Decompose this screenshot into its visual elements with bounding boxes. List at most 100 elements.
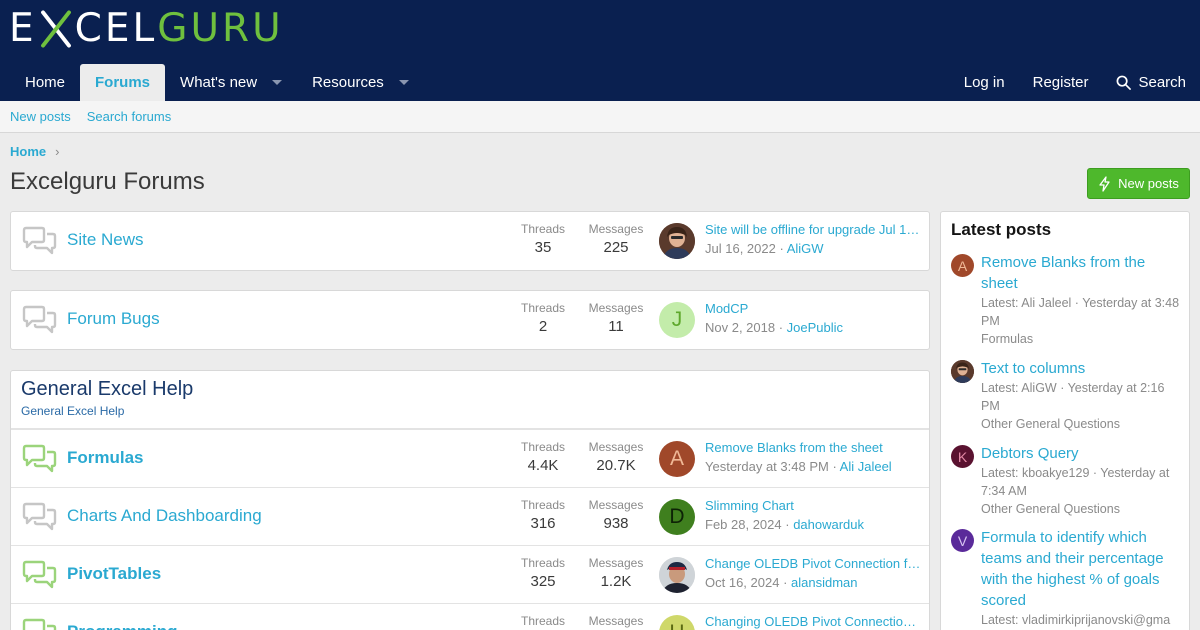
nav-tab-home[interactable]: Home	[10, 64, 80, 101]
threads-count: 2	[538, 318, 548, 335]
forum-node-programming: Programming Threads Messages H Changing …	[11, 603, 929, 630]
forum-node-site-news: Site News Threads 35 Messages 225 Site wil…	[11, 212, 929, 270]
category-general-excel-help: General Excel Help General Excel Help Fo…	[10, 370, 930, 630]
search-button[interactable]: Search	[1102, 64, 1200, 101]
last-post-title[interactable]: Change OLEDB Pivot Connection fr…	[705, 556, 921, 571]
logo-text-e: E	[9, 5, 37, 51]
avatar[interactable]: D	[659, 499, 695, 535]
user-photo-avatar-icon	[951, 360, 974, 383]
logo-text-guru: GURU	[157, 5, 284, 51]
breadcrumb-home[interactable]: Home	[10, 144, 46, 159]
latest-post-meta: Latest: Ali Jaleel · Yesterday at 3:48 P…	[981, 296, 1180, 328]
nav-tab-resources[interactable]: Resources	[297, 64, 424, 101]
last-post-meta: Jul 16, 2022 · AliGW	[705, 241, 824, 256]
last-post-user[interactable]: Ali Jaleel	[840, 459, 892, 474]
latest-post-meta: Latest: vladimirkiprijanovski@gma	[981, 613, 1171, 627]
latest-post-item: Text to columns Latest: AliGW · Yesterda…	[951, 358, 1183, 433]
last-post: Change OLEDB Pivot Connection fr… Oct 16…	[705, 556, 921, 590]
last-post-title[interactable]: Site will be offline for upgrade Jul 13…	[705, 222, 921, 237]
forum-title-charts-and-dashboarding[interactable]: Charts And Dashboarding	[67, 506, 262, 526]
latest-posts-sidebar: Latest posts A Remove Blanks from the sh…	[940, 211, 1190, 630]
site-logo[interactable]: E CEL GURU	[9, 5, 284, 51]
messages-count: 225	[603, 239, 629, 256]
last-post-title[interactable]: Slimming Chart	[705, 498, 921, 513]
threads-label: Threads	[520, 440, 566, 454]
avatar[interactable]: K	[951, 445, 974, 468]
nav-tab-forums[interactable]: Forums	[80, 64, 166, 101]
last-post: Remove Blanks from the sheet Yesterday a…	[705, 440, 921, 474]
threads-label: Threads	[520, 222, 566, 236]
messages-stat: Messages 1.2K	[581, 556, 651, 590]
avatar[interactable]: A	[659, 441, 695, 477]
messages-count: 938	[603, 515, 629, 532]
forum-title-forum-bugs[interactable]: Forum Bugs	[67, 309, 160, 329]
last-post-date[interactable]: Feb 28, 2024	[705, 517, 782, 532]
forum-node-formulas: Formulas Threads 4.4K Messages 20.7K A Rem…	[11, 429, 929, 487]
threads-count: 4.4K	[527, 457, 559, 474]
messages-label: Messages	[588, 498, 644, 512]
last-post-date[interactable]: Oct 16, 2024	[705, 575, 779, 590]
new-posts-button[interactable]: New posts	[1087, 168, 1190, 199]
last-post-title[interactable]: Remove Blanks from the sheet	[705, 440, 921, 455]
last-post-title[interactable]: ModCP	[705, 301, 921, 316]
chevron-right-icon: ›	[55, 144, 60, 159]
last-post-meta: Oct 16, 2024 · alansidman	[705, 575, 858, 590]
category-title[interactable]: General Excel Help	[21, 378, 193, 400]
messages-label: Messages	[588, 440, 644, 454]
sub-nav: New posts Search forums	[0, 101, 1200, 133]
latest-post-title[interactable]: Remove Blanks from the sheet	[981, 252, 1183, 294]
forum-unread-icon	[22, 560, 57, 589]
last-post-date[interactable]: Nov 2, 2018	[705, 320, 775, 335]
user-photo-avatar-icon	[659, 223, 695, 259]
last-post-title[interactable]: Changing OLEDB Pivot Connection …	[705, 614, 921, 629]
avatar[interactable]	[951, 360, 974, 383]
latest-post-forum[interactable]: Formulas	[981, 330, 1183, 348]
forum-title-formulas[interactable]: Formulas	[67, 448, 144, 468]
last-post-user[interactable]: alansidman	[791, 575, 858, 590]
last-post-date[interactable]: Jul 16, 2022	[705, 241, 776, 256]
messages-label: Messages	[588, 301, 644, 315]
forum-unread-icon	[22, 618, 57, 630]
logo-x-mark	[39, 8, 73, 48]
messages-count: 20.7K	[596, 457, 636, 474]
subnav-search-forums[interactable]: Search forums	[87, 109, 172, 124]
avatar[interactable]	[659, 223, 695, 259]
last-post-meta: Yesterday at 3:48 PM · Ali Jaleel	[705, 459, 892, 474]
register-link[interactable]: Register	[1019, 64, 1103, 101]
last-post-user[interactable]: dahowarduk	[793, 517, 864, 532]
chevron-down-icon[interactable]	[272, 80, 283, 85]
latest-post-forum[interactable]: Other General Questions	[981, 415, 1183, 433]
latest-post-title[interactable]: Formula to identify which teams and thei…	[981, 527, 1183, 611]
latest-post-forum[interactable]: Other General Questions	[981, 500, 1183, 518]
avatar[interactable]: V	[951, 529, 974, 552]
threads-label: Threads	[520, 556, 566, 570]
new-posts-button-label: New posts	[1118, 176, 1179, 191]
messages-stat: Messages 11	[581, 301, 651, 335]
forum-title-programming[interactable]: Programming	[67, 622, 178, 630]
avatar[interactable]: H	[659, 615, 695, 630]
avatar[interactable]	[659, 557, 695, 593]
forum-title-site-news[interactable]: Site News	[67, 230, 144, 250]
forum-read-icon	[22, 502, 57, 531]
login-link[interactable]: Log in	[950, 64, 1019, 101]
avatar[interactable]: J	[659, 302, 695, 338]
messages-label: Messages	[588, 222, 644, 236]
forum-block-site-news: Site News Threads 35 Messages 225 Site wil…	[10, 211, 930, 271]
category-header: General Excel Help General Excel Help	[11, 371, 929, 429]
last-post-date[interactable]: Yesterday at 3:48 PM	[705, 459, 829, 474]
category-description: General Excel Help	[21, 404, 125, 418]
chevron-down-icon[interactable]	[398, 80, 409, 85]
last-post-user[interactable]: JoePublic	[787, 320, 843, 335]
latest-post-title[interactable]: Debtors Query	[981, 443, 1183, 464]
threads-label: Threads	[520, 301, 566, 315]
last-post-user[interactable]: AliGW	[787, 241, 824, 256]
logo-text-cel: CEL	[74, 5, 158, 51]
latest-post-title[interactable]: Text to columns	[981, 358, 1183, 379]
nav-tab-whats-new[interactable]: What's new	[165, 64, 297, 101]
threads-stat: Threads	[508, 614, 578, 628]
subnav-new-posts[interactable]: New posts	[10, 109, 71, 124]
avatar[interactable]: A	[951, 254, 974, 277]
forum-read-icon	[22, 305, 57, 334]
forum-title-pivottables[interactable]: PivotTables	[67, 564, 161, 584]
nav-tab-whats-new-label: What's new	[180, 74, 258, 91]
